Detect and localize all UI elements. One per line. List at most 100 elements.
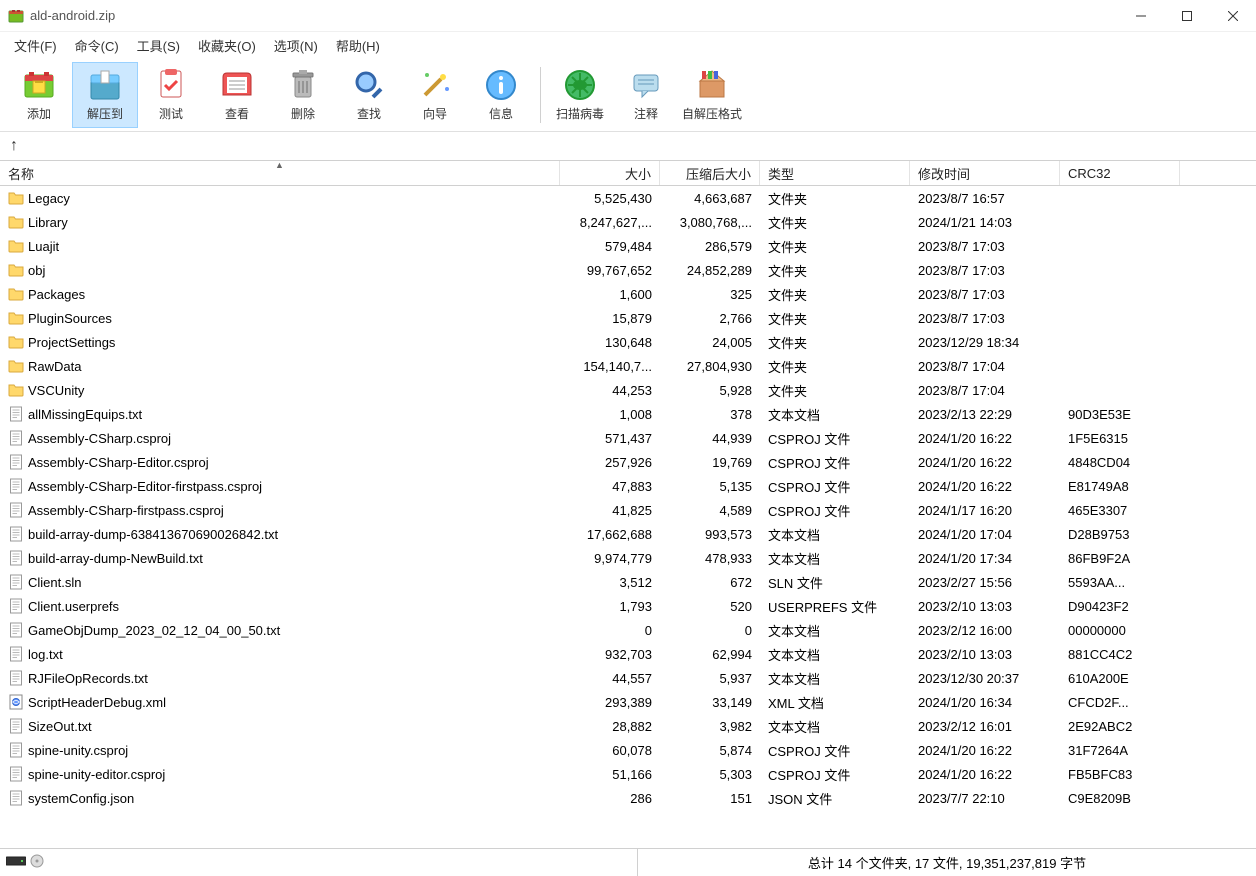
file-size: 44,253: [560, 383, 660, 398]
toolbar-test-label: 测试: [159, 105, 183, 122]
minimize-button[interactable]: [1118, 0, 1164, 32]
file-row[interactable]: Assembly-CSharp.csproj571,43744,939CSPRO…: [0, 426, 1256, 450]
file-row[interactable]: spine-unity-editor.csproj51,1665,303CSPR…: [0, 762, 1256, 786]
toolbar-extract[interactable]: 解压到: [72, 62, 138, 128]
menu-command[interactable]: 命令(C): [69, 34, 125, 57]
file-row[interactable]: Luajit579,484286,579文件夹2023/8/7 17:03: [0, 234, 1256, 258]
file-row[interactable]: Client.userprefs1,793520USERPREFS 文件2023…: [0, 594, 1256, 618]
file-icon: [8, 766, 24, 782]
file-modified: 2024/1/20 16:22: [910, 431, 1060, 446]
file-row[interactable]: allMissingEquips.txt1,008378文本文档2023/2/1…: [0, 402, 1256, 426]
maximize-button[interactable]: [1164, 0, 1210, 32]
file-packed: 378: [660, 407, 760, 422]
toolbar-sfx[interactable]: 自解压格式: [679, 62, 745, 128]
toolbar-view[interactable]: 查看: [204, 62, 270, 128]
file-row[interactable]: RJFileOpRecords.txt44,5575,937文本文档2023/1…: [0, 666, 1256, 690]
header-name[interactable]: ▲ 名称: [0, 161, 560, 185]
header-packed[interactable]: 压缩后大小: [660, 161, 760, 185]
file-row[interactable]: VSCUnity44,2535,928文件夹2023/8/7 17:04: [0, 378, 1256, 402]
file-modified: 2024/1/17 16:20: [910, 503, 1060, 518]
file-list[interactable]: Legacy5,525,4304,663,687文件夹2023/8/7 16:5…: [0, 186, 1256, 848]
header-crc[interactable]: CRC32: [1060, 161, 1180, 185]
file-crc: D28B9753: [1060, 527, 1180, 542]
file-packed: 3,080,768,...: [660, 215, 760, 230]
file-crc: 465E3307: [1060, 503, 1180, 518]
close-button[interactable]: [1210, 0, 1256, 32]
file-row[interactable]: RawData154,140,7...27,804,930文件夹2023/8/7…: [0, 354, 1256, 378]
header-size[interactable]: 大小: [560, 161, 660, 185]
menu-favorites[interactable]: 收藏夹(O): [192, 34, 262, 57]
file-row[interactable]: Assembly-CSharp-Editor-firstpass.csproj4…: [0, 474, 1256, 498]
menu-file[interactable]: 文件(F): [8, 34, 63, 57]
file-type: CSPROJ 文件: [760, 765, 910, 784]
file-type: 文件夹: [760, 309, 910, 328]
toolbar-test[interactable]: 测试: [138, 62, 204, 128]
file-row[interactable]: build-array-dump-NewBuild.txt9,974,77947…: [0, 546, 1256, 570]
file-packed: 4,663,687: [660, 191, 760, 206]
file-row[interactable]: SizeOut.txt28,8823,982文本文档2023/2/12 16:0…: [0, 714, 1256, 738]
file-row[interactable]: log.txt932,70362,994文本文档2023/2/10 13:038…: [0, 642, 1256, 666]
menu-options[interactable]: 选项(N): [268, 34, 324, 57]
file-type: 文件夹: [760, 189, 910, 208]
file-name: Packages: [28, 287, 85, 302]
file-size: 286: [560, 791, 660, 806]
folder-icon: [8, 238, 24, 254]
test-icon: [153, 67, 189, 103]
file-row[interactable]: GameObjDump_2023_02_12_04_00_50.txt00文本文…: [0, 618, 1256, 642]
file-icon: [8, 502, 24, 518]
file-row[interactable]: Assembly-CSharp-Editor.csproj257,92619,7…: [0, 450, 1256, 474]
file-size: 579,484: [560, 239, 660, 254]
menu-tools[interactable]: 工具(S): [131, 34, 186, 57]
file-icon: [8, 478, 24, 494]
file-row[interactable]: Assembly-CSharp-firstpass.csproj41,8254,…: [0, 498, 1256, 522]
file-size: 932,703: [560, 647, 660, 662]
toolbar-add[interactable]: 添加: [6, 62, 72, 128]
toolbar-virus-scan[interactable]: 扫描病毒: [547, 62, 613, 128]
file-row[interactable]: systemConfig.json286151JSON 文件2023/7/7 2…: [0, 786, 1256, 810]
toolbar-info[interactable]: 信息: [468, 62, 534, 128]
toolbar-delete[interactable]: 删除: [270, 62, 336, 128]
file-type: CSPROJ 文件: [760, 501, 910, 520]
file-packed: 19,769: [660, 455, 760, 470]
menu-help[interactable]: 帮助(H): [330, 34, 386, 57]
header-name-label: 名称: [8, 164, 34, 183]
file-row[interactable]: ProjectSettings130,64824,005文件夹2023/12/2…: [0, 330, 1256, 354]
file-modified: 2023/8/7 17:04: [910, 359, 1060, 374]
file-name: spine-unity.csproj: [28, 743, 128, 758]
file-row[interactable]: build-array-dump-638413670690026842.txt1…: [0, 522, 1256, 546]
file-name: ProjectSettings: [28, 335, 115, 350]
up-arrow-icon[interactable]: ↑: [10, 137, 18, 155]
toolbar-wizard[interactable]: 向导: [402, 62, 468, 128]
file-row[interactable]: obj99,767,65224,852,289文件夹2023/8/7 17:03: [0, 258, 1256, 282]
file-row[interactable]: Library8,247,627,...3,080,768,...文件夹2024…: [0, 210, 1256, 234]
file-modified: 2023/8/7 17:03: [910, 239, 1060, 254]
file-size: 1,008: [560, 407, 660, 422]
file-row[interactable]: spine-unity.csproj60,0785,874CSPROJ 文件20…: [0, 738, 1256, 762]
file-type: CSPROJ 文件: [760, 429, 910, 448]
app-icon: [8, 8, 24, 24]
file-row[interactable]: Packages1,600325文件夹2023/8/7 17:03: [0, 282, 1256, 306]
file-packed: 5,937: [660, 671, 760, 686]
file-row[interactable]: Client.sln3,512672SLN 文件2023/2/27 15:565…: [0, 570, 1256, 594]
toolbar-find[interactable]: 查找: [336, 62, 402, 128]
file-name: SizeOut.txt: [28, 719, 92, 734]
file-size: 51,166: [560, 767, 660, 782]
header-type[interactable]: 类型: [760, 161, 910, 185]
menubar: 文件(F) 命令(C) 工具(S) 收藏夹(O) 选项(N) 帮助(H): [0, 32, 1256, 58]
file-size: 15,879: [560, 311, 660, 326]
file-type: 文件夹: [760, 357, 910, 376]
pathbar: ↑: [0, 132, 1256, 160]
file-icon: [8, 526, 24, 542]
toolbar-comment[interactable]: 注释: [613, 62, 679, 128]
file-row[interactable]: ScriptHeaderDebug.xml293,38933,149XML 文档…: [0, 690, 1256, 714]
file-packed: 24,852,289: [660, 263, 760, 278]
file-row[interactable]: PluginSources15,8792,766文件夹2023/8/7 17:0…: [0, 306, 1256, 330]
virus-icon: [562, 67, 598, 103]
file-size: 9,974,779: [560, 551, 660, 566]
file-icon: [8, 598, 24, 614]
file-modified: 2024/1/20 17:34: [910, 551, 1060, 566]
file-type: 文本文档: [760, 621, 910, 640]
file-type: CSPROJ 文件: [760, 453, 910, 472]
header-modified[interactable]: 修改时间: [910, 161, 1060, 185]
file-row[interactable]: Legacy5,525,4304,663,687文件夹2023/8/7 16:5…: [0, 186, 1256, 210]
